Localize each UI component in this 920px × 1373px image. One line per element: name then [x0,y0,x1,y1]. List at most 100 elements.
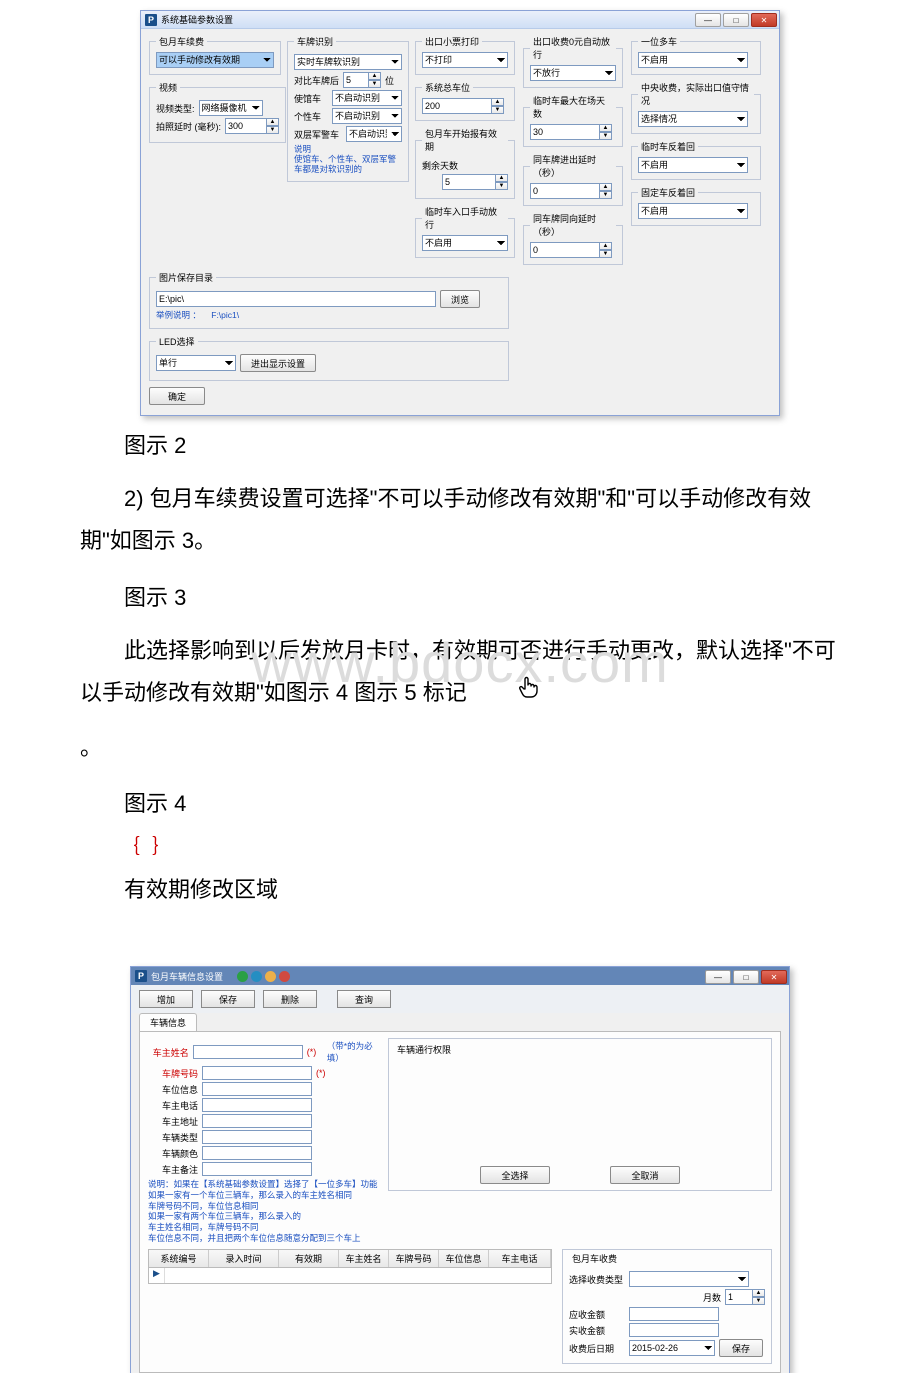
max-days-input[interactable] [530,124,600,140]
add-button[interactable]: 增加 [139,990,193,1008]
manual-in-select[interactable]: 不启用 [422,235,508,251]
plate-input[interactable] [202,1066,312,1080]
plate-label: 车牌号码 [148,1067,198,1080]
spin-down[interactable]: ▼ [496,182,508,190]
multi-car-group: 一位多车 不启用 [631,35,761,75]
due-input[interactable] [629,1307,719,1321]
inout-delay-input[interactable] [530,183,600,199]
select-none-button[interactable]: 全取消 [610,1166,680,1184]
fee-save-button[interactable]: 保存 [719,1339,763,1357]
owner-form: 车主姓名(*) （带*的为必填） 车牌号码(*) 车位信息 车主电话 车主地址 … [148,1038,378,1243]
max-days-legend: 临时车最大在场天数 [530,94,616,120]
asterisk: (*) [307,1047,317,1057]
fee-date-select[interactable]: 2015-02-26 [629,1340,715,1356]
plate-recog-group: 车牌识别 实时车牌软识别 对比车牌后 ▲▼ 位 [287,35,409,182]
spin-up[interactable]: ▲ [600,183,612,191]
fixed-loop-select[interactable]: 不启用 [638,203,748,219]
capture-delay-input[interactable] [225,118,267,134]
pic-example-label: 举例说明 ： [156,310,201,320]
th-enter-time: 录入时间 [209,1250,279,1267]
addr-input[interactable] [202,1114,312,1128]
ticket-group: 出口小票打印 不打印 [415,35,515,75]
manual-in-group: 临时车入口手动放行 不启用 [415,205,515,258]
central-fee-select[interactable]: 选择情况 [638,111,748,127]
plate-military-select[interactable]: 不启动识别 [346,126,402,142]
spin-up[interactable]: ▲ [492,98,504,106]
pic-path-legend: 图片保存目录 [156,271,216,284]
multi-car-select[interactable]: 不启用 [638,52,748,68]
browse-button[interactable]: 浏览 [440,290,480,308]
plate-compare-input[interactable] [343,72,369,88]
ticket-select[interactable]: 不打印 [422,52,508,68]
th-phone: 车主电话 [489,1250,551,1267]
central-fee-group: 中央收费，实际出口值守情况 选择情况 [631,81,761,134]
remark-input[interactable] [202,1162,312,1176]
spin-up[interactable]: ▲ [267,118,279,126]
car-color-label: 车辆颜色 [148,1147,198,1160]
caption-figure-4: 图示 4 [124,786,840,818]
months-input[interactable] [725,1289,753,1305]
led-legend: LED选择 [156,335,198,348]
plate-mode-select[interactable]: 实时车牌软识别 [294,54,402,70]
plate-recog-legend: 车牌识别 [294,35,336,48]
zero-fee-select[interactable]: 不放行 [530,65,616,81]
table-body[interactable]: ▶ [148,1268,552,1284]
paid-input[interactable] [629,1323,719,1337]
star-note: （带*的为必填） [327,1040,378,1064]
bracket-marker: ｛ ｝ [80,830,840,860]
spin-up[interactable]: ▲ [600,124,612,132]
temp-loop-select[interactable]: 不启用 [638,157,748,173]
fee-date-label: 收费后日期 [569,1342,625,1355]
car-color-input[interactable] [202,1146,312,1160]
system-params-dialog: P 系统基础参数设置 — □ ✕ 包月车续费 可以手动修改有效期 视频 [140,10,780,416]
led-group: LED选择 单行 进出显示设置 [149,335,509,381]
plate-inspect-select[interactable]: 不启动识别 [332,90,402,106]
maximize-button[interactable]: □ [723,13,749,27]
close-button[interactable]: ✕ [751,13,777,27]
th-slot: 车位信息 [439,1250,489,1267]
inout-delay-legend: 同车牌进出延时（秒） [530,153,616,179]
plate-personal-select[interactable]: 不启动识别 [332,108,402,124]
spin-down[interactable]: ▼ [600,191,612,199]
same-delay-input[interactable] [530,242,600,258]
pic-path-group: 图片保存目录 浏览 举例说明 ： F:\pic1\ [149,271,509,329]
dialog2-titlebar: P 包月车辆信息设置 — □ ✕ [131,967,789,985]
spin-down[interactable]: ▼ [492,106,504,114]
select-all-button[interactable]: 全选择 [480,1166,550,1184]
manual-in-legend: 临时车入口手动放行 [422,205,508,231]
paid-label: 实收金额 [569,1324,625,1337]
query-button[interactable]: 查询 [337,990,391,1008]
maximize-button-2[interactable]: □ [733,970,759,984]
pic-path-input[interactable] [156,291,436,307]
tab-vehicle-info[interactable]: 车辆信息 [139,1013,197,1031]
table-header: 系统编号 录入时间 有效期 车主姓名 车牌号码 车位信息 车主电话 [148,1249,552,1268]
spin-down[interactable]: ▼ [753,1297,765,1305]
spin-up[interactable]: ▲ [369,72,381,80]
monthly-renew-select[interactable]: 可以手动修改有效期 [156,52,274,68]
fee-type-select[interactable] [629,1271,749,1287]
led-select[interactable]: 单行 [156,355,236,371]
prealert-input[interactable] [442,174,496,190]
spin-down[interactable]: ▼ [600,132,612,140]
owner-name-input[interactable] [193,1045,303,1059]
delete-button[interactable]: 删除 [263,990,317,1008]
spin-down[interactable]: ▼ [267,126,279,134]
spin-down[interactable]: ▼ [369,80,381,88]
slot-input[interactable] [202,1082,312,1096]
video-type-select[interactable]: 网络摄像机 [199,100,263,116]
phone-input[interactable] [202,1098,312,1112]
car-type-input[interactable] [202,1130,312,1144]
minimize-button[interactable]: — [695,13,721,27]
close-button-2[interactable]: ✕ [761,970,787,984]
total-slots-input[interactable] [422,98,492,114]
spin-up[interactable]: ▲ [496,174,508,182]
temp-loop-group: 临时车反着回 不启用 [631,140,761,180]
spin-up[interactable]: ▲ [600,242,612,250]
spin-up[interactable]: ▲ [753,1289,765,1297]
ok-button[interactable]: 确定 [149,387,205,405]
spin-down[interactable]: ▼ [600,250,612,258]
save-button[interactable]: 保存 [201,990,255,1008]
led-display-button[interactable]: 进出显示设置 [240,354,316,372]
pic-example-value: F:\pic1\ [211,310,239,320]
minimize-button-2[interactable]: — [705,970,731,984]
